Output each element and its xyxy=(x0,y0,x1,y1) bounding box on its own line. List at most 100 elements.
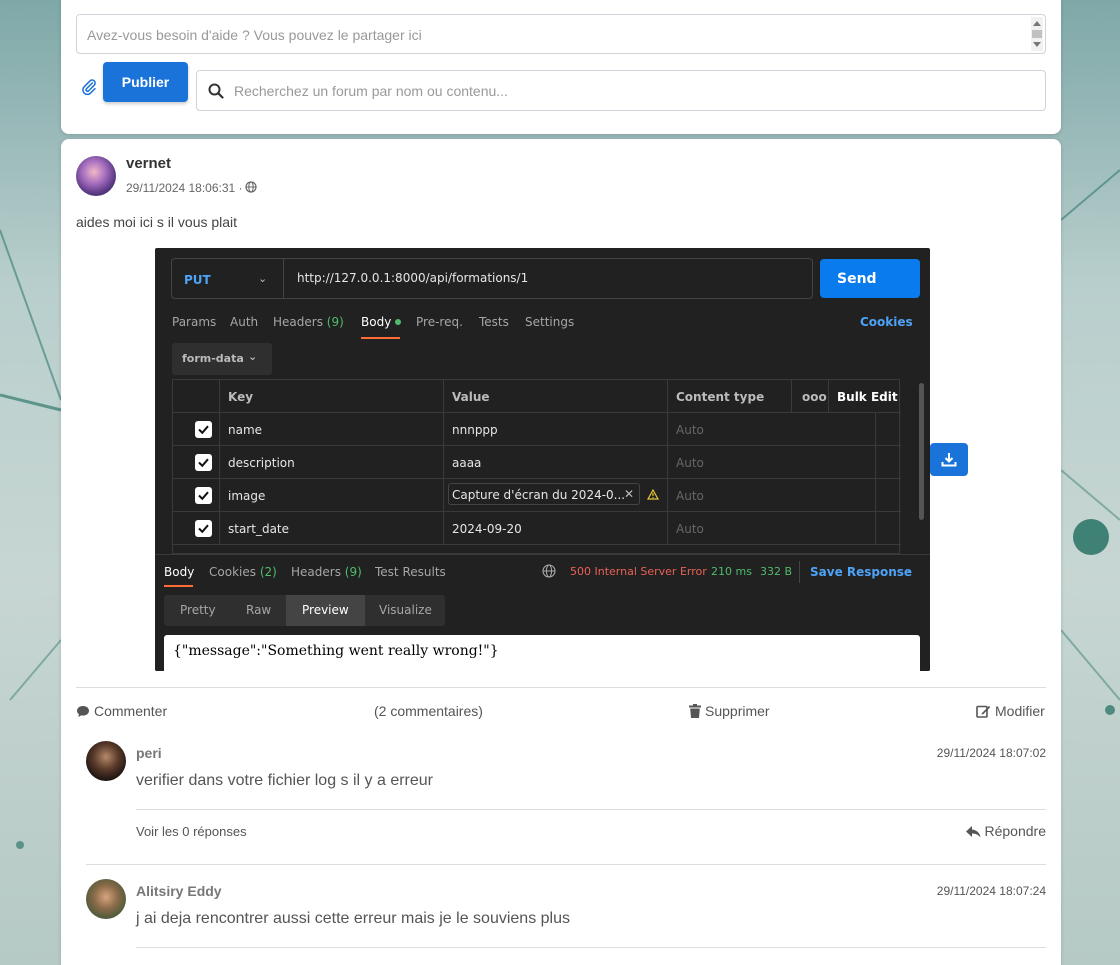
warning-icon xyxy=(647,489,659,500)
row-value-cell: Capture d'écran du 2024-0... ✕ xyxy=(443,479,668,512)
avatar[interactable] xyxy=(76,156,116,196)
help-textarea[interactable]: Avez-vous besoin d'aide ? Vous pouvez le… xyxy=(76,14,1046,54)
chevron-down-icon: ⌄ xyxy=(258,272,268,285)
row-end-cell xyxy=(875,512,901,545)
row-content-type: Auto xyxy=(667,479,875,512)
response-tab-headers-label: Headers xyxy=(291,565,341,579)
header-content-type: Content type xyxy=(667,380,792,413)
comment-author[interactable]: peri xyxy=(136,745,162,761)
help-placeholder: Avez-vous besoin d'aide ? Vous pouvez le… xyxy=(87,27,422,43)
http-method: PUT xyxy=(184,273,211,287)
request-url-bar: PUT ⌄ http://127.0.0.1:8000/api/formatio… xyxy=(171,258,813,299)
response-tab-body: Body xyxy=(164,565,195,579)
post-date: 29/11/2024 18:06:31 · xyxy=(126,181,243,195)
row-key: image xyxy=(219,479,444,512)
view-tab-visualize: Visualize xyxy=(379,603,432,617)
comment-text: j ai deja rencontrer aussi cette erreur … xyxy=(136,910,570,927)
request-url: http://127.0.0.1:8000/api/formations/1 xyxy=(297,271,529,285)
more-options-icon: ooo xyxy=(791,380,829,413)
chevron-down-icon: ⌄ xyxy=(248,350,258,363)
avatar[interactable] xyxy=(86,741,126,781)
header-key: Key xyxy=(219,380,444,413)
download-icon xyxy=(941,453,957,467)
row-content-type: Auto xyxy=(667,413,875,446)
scroll-thumb[interactable] xyxy=(1032,30,1042,38)
comment-author[interactable]: Alitsiry Eddy xyxy=(136,883,222,899)
delete-label: Supprimer xyxy=(705,703,770,719)
comment-button[interactable]: Commenter xyxy=(76,703,167,719)
row-key: start_date xyxy=(219,512,444,545)
row-content-type: Auto xyxy=(667,446,875,479)
row-value: nnnppp xyxy=(443,413,668,446)
reply-label: Répondre xyxy=(984,823,1047,839)
response-tab-cookies-label: Cookies xyxy=(209,565,256,579)
row-end-cell xyxy=(875,413,901,446)
close-icon: ✕ xyxy=(623,487,634,501)
row-key: description xyxy=(219,446,444,479)
table-scrollbar xyxy=(919,383,924,520)
divider xyxy=(799,561,800,583)
comment-label: Commenter xyxy=(94,703,168,719)
view-tabs: Pretty Raw Preview Visualize xyxy=(164,595,445,626)
checkbox-checked-icon xyxy=(195,454,212,471)
comment-count[interactable]: (2 commentaires) xyxy=(374,703,483,719)
post-image-screenshot[interactable]: PUT ⌄ http://127.0.0.1:8000/api/formatio… xyxy=(155,248,930,671)
view-tab-raw: Raw xyxy=(246,603,272,617)
response-tab-cookies-count: (2) xyxy=(259,565,277,579)
view-tab-preview: Preview xyxy=(286,595,365,626)
delete-button[interactable]: Supprimer xyxy=(689,703,770,719)
paperclip-icon[interactable] xyxy=(80,78,98,96)
reply-button[interactable]: Répondre xyxy=(965,823,1047,839)
comment-icon xyxy=(77,706,89,717)
globe-icon xyxy=(245,181,257,193)
response-body: {"message":"Something went really wrong!… xyxy=(164,635,920,671)
search-placeholder: Recherchez un forum par nom ou contenu..… xyxy=(234,83,508,99)
post-card: vernet 29/11/2024 18:06:31 · aides moi i… xyxy=(61,139,1061,965)
textarea-scrollbar[interactable] xyxy=(1031,17,1043,51)
file-chip: Capture d'écran du 2024-0... ✕ xyxy=(448,483,640,505)
post-author[interactable]: vernet xyxy=(126,155,171,172)
tab-tests: Tests xyxy=(479,315,509,329)
tab-headers: Headers (9) xyxy=(273,315,344,329)
header-value: Value xyxy=(443,380,668,413)
edit-button[interactable]: Modifier xyxy=(976,703,1045,719)
response-tab-headers-count: (9) xyxy=(344,565,362,579)
send-button: Send xyxy=(820,259,920,298)
tab-params: Params xyxy=(172,315,217,329)
scroll-down-arrow-icon[interactable] xyxy=(1033,42,1041,47)
row-end-cell xyxy=(875,446,901,479)
active-tab-underline xyxy=(361,337,400,339)
avatar[interactable] xyxy=(86,879,126,919)
table-header-row: Key Value Content type ooo Bulk Edit xyxy=(173,380,901,413)
row-value: aaaa xyxy=(443,446,668,479)
row-end-cell xyxy=(875,479,901,512)
cookies-link: Cookies xyxy=(860,315,913,329)
divider xyxy=(86,864,1046,865)
row-value: 2024-09-20 xyxy=(443,512,668,545)
comment-date: 29/11/2024 18:07:02 xyxy=(936,746,1046,760)
globe-icon xyxy=(542,564,556,578)
divider xyxy=(136,947,1046,948)
row-key: name xyxy=(219,413,444,446)
forum-search-input[interactable]: Recherchez un forum par nom ou contenu..… xyxy=(196,70,1046,111)
table-row: start_date 2024-09-20 Auto xyxy=(173,512,901,545)
save-response-label: Save Response xyxy=(810,565,913,579)
body-type-select: form-data ⌄ xyxy=(172,343,272,375)
post-text: aides moi ici s il vous plait xyxy=(76,214,238,230)
tab-body-label: Body xyxy=(361,315,392,329)
composer-card: Avez-vous besoin d'aide ? Vous pouvez le… xyxy=(61,0,1061,134)
comment-text: verifier dans votre fichier log s il y a… xyxy=(136,772,433,789)
active-tab-underline xyxy=(164,585,193,587)
response-tab-test-results: Test Results xyxy=(375,565,446,579)
response-tab-headers: Headers (9) xyxy=(291,565,362,579)
body-type-value: form-data xyxy=(182,352,244,365)
checkbox-checked-icon xyxy=(195,487,212,504)
download-button[interactable] xyxy=(930,443,968,476)
post-actions-bar: Commenter (2 commentaires) Supprimer Mod… xyxy=(76,687,1046,719)
scroll-up-arrow-icon[interactable] xyxy=(1033,21,1041,26)
view-replies-link[interactable]: Voir les 0 réponses xyxy=(136,824,247,839)
response-size: 332 B xyxy=(760,565,793,578)
reply-icon xyxy=(965,826,980,838)
table-row: name nnnppp Auto xyxy=(173,413,901,446)
publish-button[interactable]: Publier xyxy=(103,62,188,102)
